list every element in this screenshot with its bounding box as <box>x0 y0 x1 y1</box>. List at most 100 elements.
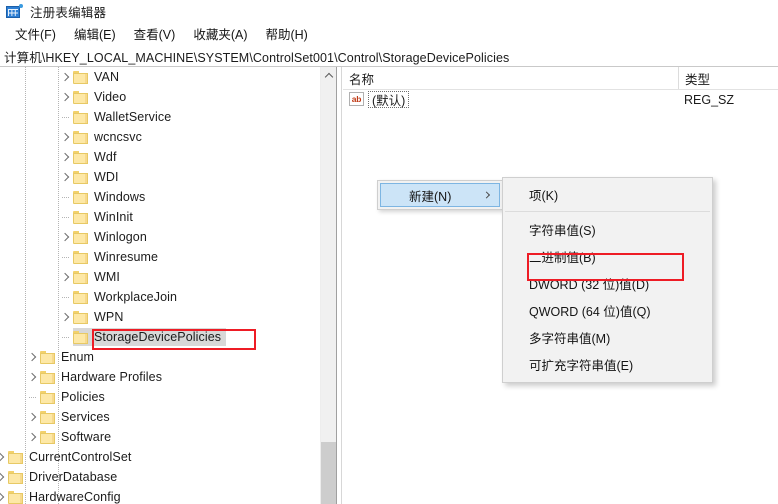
folder-icon <box>73 270 88 284</box>
tree-item-label: WinInit <box>94 210 133 224</box>
tree-item[interactable]: Hardware Profiles <box>0 367 320 387</box>
folder-icon <box>40 390 55 404</box>
submenu-item-6[interactable]: 可扩充字符串值(E) <box>503 351 712 378</box>
tree-item-content: Video <box>73 88 131 106</box>
tree-item-label: DriverDatabase <box>29 470 118 484</box>
tree-item-content: WPN <box>73 308 128 326</box>
chevron-right-icon[interactable] <box>0 467 8 487</box>
chevron-right-icon[interactable] <box>0 447 8 467</box>
tree-item[interactable]: WDI <box>0 167 320 187</box>
menu-item-3[interactable]: 收藏夹(A) <box>184 22 256 46</box>
tree-item[interactable]: Video <box>0 87 320 107</box>
folder-icon <box>73 150 88 164</box>
folder-icon <box>73 130 88 144</box>
chevron-right-icon[interactable] <box>59 267 73 287</box>
tree-item[interactable]: Software <box>0 427 320 447</box>
tree-item[interactable]: HardwareConfig <box>0 487 320 504</box>
tree-item-content: Services <box>40 408 115 426</box>
chevron-right-icon[interactable] <box>26 407 40 427</box>
tree-item-content: Windows <box>73 188 150 206</box>
value-row[interactable]: ab (默认) REG_SZ <box>343 89 778 110</box>
pane-splitter[interactable] <box>336 67 342 504</box>
submenu-item-5[interactable]: 多字符串值(M) <box>503 324 712 351</box>
folder-icon <box>40 410 55 424</box>
tree-item-selected[interactable]: StorageDevicePolicies <box>0 327 320 347</box>
tree-item-content: WinInit <box>73 208 138 226</box>
tree-item-label: HardwareConfig <box>29 490 121 504</box>
folder-icon <box>73 90 88 104</box>
tree-item[interactable]: WMI <box>0 267 320 287</box>
chevron-right-icon[interactable] <box>26 367 40 387</box>
scrollbar-thumb[interactable] <box>321 442 337 504</box>
tree-item[interactable]: WorkplaceJoin <box>0 287 320 307</box>
values-row-list: ab (默认) REG_SZ <box>343 89 778 110</box>
menu-bar: 文件(F) 编辑(E) 查看(V) 收藏夹(A) 帮助(H) <box>0 22 778 46</box>
tree-item-content: Software <box>40 428 116 446</box>
chevron-right-icon <box>482 191 491 199</box>
folder-icon <box>73 310 88 324</box>
tree-item[interactable]: DriverDatabase <box>0 467 320 487</box>
chevron-right-icon[interactable] <box>59 127 73 147</box>
registry-tree-pane[interactable]: VAN Video WalletService wcncsvc Wdf WDI Window… <box>0 67 336 504</box>
tree-item-label: Hardware Profiles <box>61 370 163 384</box>
folder-icon <box>73 230 88 244</box>
tree-item-label: Enum <box>61 350 95 364</box>
chevron-right-icon[interactable] <box>59 227 73 247</box>
submenu-item-2[interactable]: 二进制值(B) <box>503 243 712 270</box>
chevron-right-icon[interactable] <box>59 167 73 187</box>
chevron-right-icon[interactable] <box>26 427 40 447</box>
registry-editor-icon <box>6 3 23 19</box>
tree-vertical-scrollbar[interactable] <box>320 67 337 504</box>
chevron-right-icon[interactable] <box>59 147 73 167</box>
menu-item-2[interactable]: 查看(V) <box>125 22 185 46</box>
submenu-item-1[interactable]: 字符串值(S) <box>503 216 712 243</box>
tree-item[interactable]: wcncsvc <box>0 127 320 147</box>
tree-connector <box>62 197 70 198</box>
tree-item-label: StorageDevicePolicies <box>94 330 222 344</box>
tree-item[interactable]: WalletService <box>0 107 320 127</box>
menu-item-0[interactable]: 文件(F) <box>6 22 65 46</box>
scroll-up-arrow-icon[interactable] <box>321 67 337 84</box>
tree-item-content: CurrentControlSet <box>8 448 136 466</box>
tree-item-label: CurrentControlSet <box>29 450 132 464</box>
chevron-right-icon[interactable] <box>59 307 73 327</box>
tree-item[interactable]: VAN <box>0 67 320 87</box>
tree-item-content: WalletService <box>73 108 176 126</box>
submenu-item-4[interactable]: QWORD (64 位)值(Q) <box>503 297 712 324</box>
tree-item-label: WorkplaceJoin <box>94 290 178 304</box>
string-value-icon: ab <box>349 92 364 106</box>
submenu-item-0[interactable]: 项(K) <box>503 181 712 208</box>
tree-item[interactable]: Winresume <box>0 247 320 267</box>
chevron-right-icon[interactable] <box>0 487 8 504</box>
address-bar[interactable]: 计算机\HKEY_LOCAL_MACHINE\SYSTEM\ControlSet… <box>0 46 778 67</box>
tree-connector <box>29 397 37 398</box>
tree-item-content: Wdf <box>73 148 122 166</box>
chevron-right-icon[interactable] <box>59 67 73 87</box>
submenu-item-3[interactable]: DWORD (32 位)值(D) <box>503 270 712 297</box>
context-menu-item-new[interactable]: 新建(N) <box>380 183 500 207</box>
tree-item[interactable]: Enum <box>0 347 320 367</box>
column-header-name[interactable]: 名称 <box>343 67 678 89</box>
chevron-right-icon[interactable] <box>59 87 73 107</box>
tree-connector <box>62 257 70 258</box>
tree-item-label: WDI <box>94 170 119 184</box>
folder-icon <box>40 430 55 444</box>
tree-item[interactable]: Windows <box>0 187 320 207</box>
tree-item[interactable]: Policies <box>0 387 320 407</box>
menu-item-4[interactable]: 帮助(H) <box>256 22 316 46</box>
tree-item[interactable]: WinInit <box>0 207 320 227</box>
tree-item[interactable]: CurrentControlSet <box>0 447 320 467</box>
tree-item[interactable]: Winlogon <box>0 227 320 247</box>
tree-item[interactable]: WPN <box>0 307 320 327</box>
registry-path: 计算机\HKEY_LOCAL_MACHINE\SYSTEM\ControlSet… <box>4 50 510 65</box>
tree-item[interactable]: Services <box>0 407 320 427</box>
menu-item-1[interactable]: 编辑(E) <box>65 22 125 46</box>
folder-icon <box>40 350 55 364</box>
tree-item[interactable]: Wdf <box>0 147 320 167</box>
title-bar: 注册表编辑器 <box>0 0 778 22</box>
tree-connector <box>62 117 70 118</box>
tree-connector <box>62 337 70 338</box>
column-header-type[interactable]: 类型 <box>678 67 778 89</box>
chevron-right-icon[interactable] <box>26 347 40 367</box>
tree-item-content: Winlogon <box>73 228 152 246</box>
